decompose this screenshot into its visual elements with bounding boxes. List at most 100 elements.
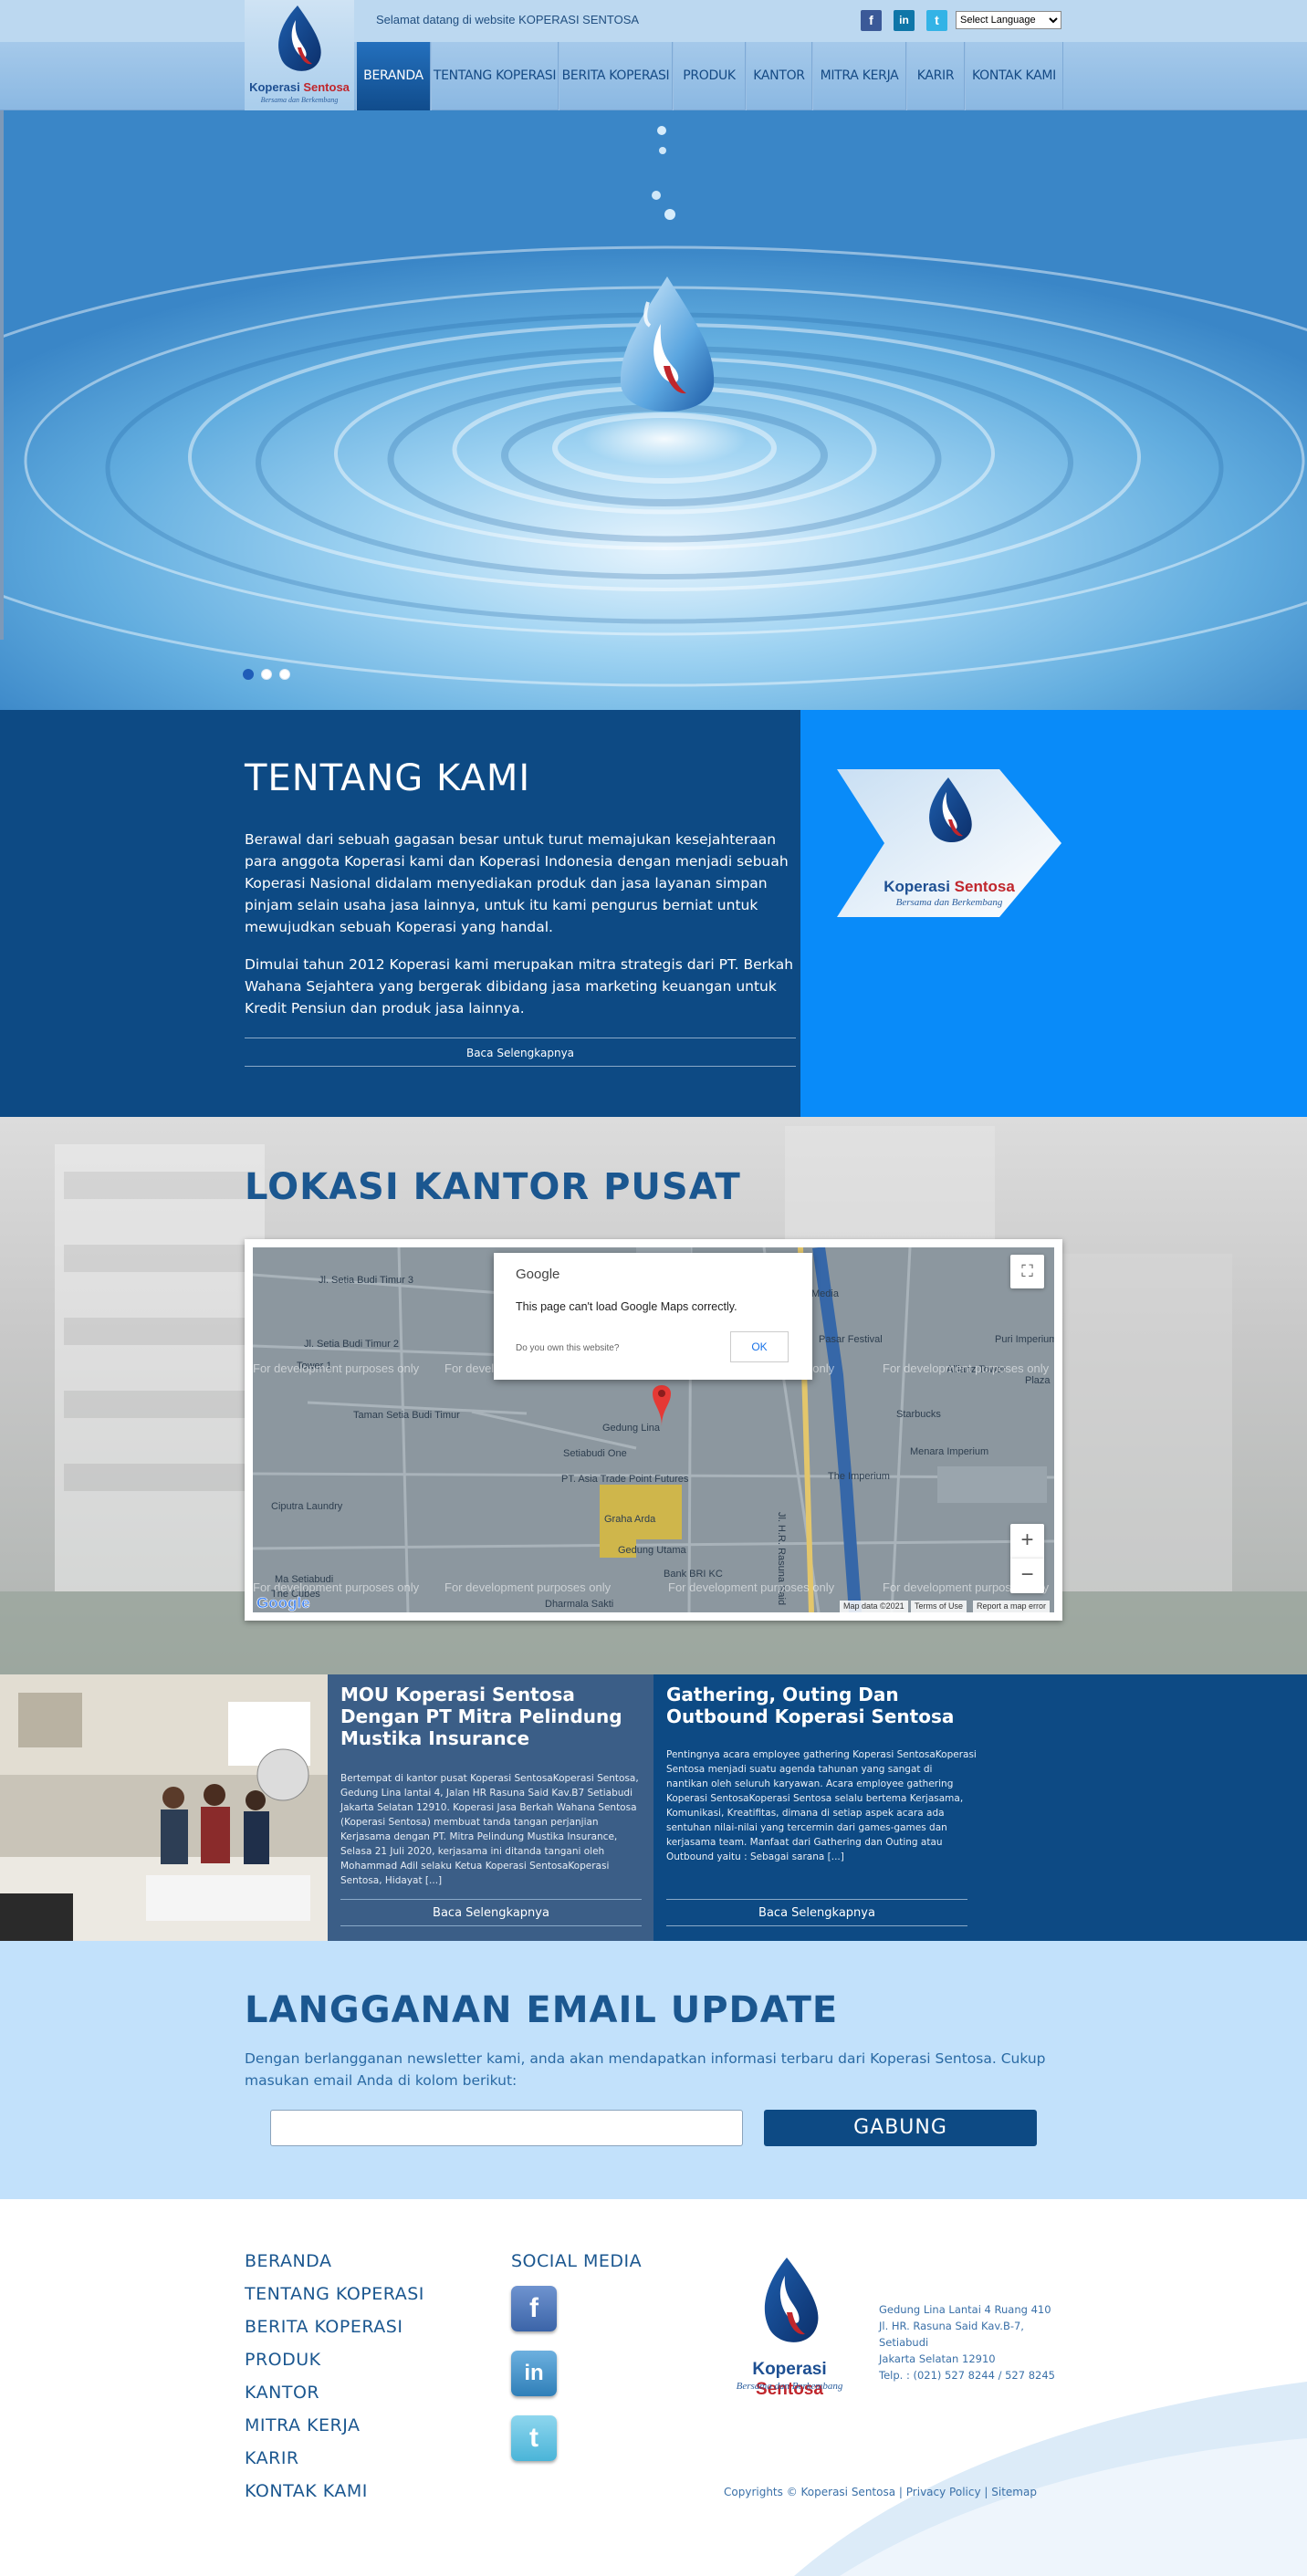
map-place-label: The Imperium bbox=[828, 1471, 890, 1482]
office-meeting-photo bbox=[0, 1674, 328, 1941]
address-line: Gedung Lina Lantai 4 Ruang 410 bbox=[879, 2303, 1051, 2316]
about-logo-wordmark: Koperasi Sentosa bbox=[884, 878, 1015, 895]
newsletter-title: LANGGANAN EMAIL UPDATE bbox=[245, 1989, 839, 2031]
map-own-website-link[interactable]: Do you own this website? bbox=[516, 1343, 619, 1353]
footer-link-kontak-kami[interactable]: KONTAK KAMI bbox=[245, 2481, 368, 2501]
news-card-2: Gathering, Outing Dan Outbound Koperasi … bbox=[654, 1674, 1307, 1941]
map-place-label: Bank BRI KC bbox=[664, 1569, 723, 1580]
separator: | bbox=[898, 2486, 903, 2498]
nav-produk[interactable]: PRODUK bbox=[673, 42, 746, 110]
map-watermark: For development purposes only bbox=[444, 1580, 612, 1594]
address-phone: Telp. : (021) 527 8244 / 527 8245 bbox=[879, 2369, 1055, 2382]
language-select[interactable]: Select Language bbox=[956, 11, 1061, 29]
news-read-more-2[interactable]: Baca Selengkapnya bbox=[666, 1899, 967, 1926]
slider-dot-2[interactable] bbox=[261, 669, 272, 680]
facebook-icon[interactable]: f bbox=[511, 2286, 557, 2331]
slider-dot-1[interactable] bbox=[243, 669, 254, 680]
map-place-label: Puri Imperium bbox=[995, 1334, 1054, 1345]
footer-logo-wordmark: Koperasi Sentosa bbox=[752, 2360, 827, 2399]
footer bbox=[0, 2199, 1307, 2576]
newsletter-join-button[interactable]: GABUNG bbox=[764, 2110, 1037, 2146]
map-place-label: Menara Imperium bbox=[910, 1446, 989, 1457]
address-line: Setiabudi bbox=[879, 2336, 929, 2349]
news-title-1[interactable]: MOU Koperasi Sentosa Dengan PT Mitra Pel… bbox=[340, 1684, 642, 1749]
news-excerpt-1: Bertempat di kantor pusat Koperasi Sento… bbox=[340, 1773, 639, 1886]
site-logo[interactable]: Koperasi Sentosa Bersama dan Berkembang bbox=[245, 0, 354, 110]
newsletter-description: Dengan berlangganan newsletter kami, and… bbox=[245, 2050, 1046, 2089]
footer-link-beranda[interactable]: BERANDA bbox=[245, 2251, 331, 2271]
about-arrow-logo bbox=[837, 769, 1061, 917]
map-terms-link[interactable]: Terms of Use bbox=[911, 1601, 967, 1612]
address-line: Jl. HR. Rasuna Said Kav.B-7, bbox=[879, 2320, 1024, 2332]
nav-kantor[interactable]: KANTOR bbox=[746, 42, 812, 110]
about-paragraph-1: Berawal dari sebuah gagasan besar untuk … bbox=[245, 831, 789, 935]
map-zoom-out-button[interactable]: − bbox=[1010, 1559, 1044, 1593]
newsletter-email-input[interactable] bbox=[270, 2110, 743, 2146]
twitter-icon[interactable]: t bbox=[926, 10, 947, 31]
about-read-more-link[interactable]: Baca Selengkapnya bbox=[245, 1038, 796, 1067]
slider-dot-3[interactable] bbox=[279, 669, 290, 680]
footer-link-karir[interactable]: KARIR bbox=[245, 2448, 299, 2468]
map-street-label: Jl. Setia Budi Timur 2 bbox=[304, 1339, 399, 1350]
map-error-message: This page can't load Google Maps correct… bbox=[516, 1300, 737, 1313]
water-drop-image bbox=[0, 126, 1307, 687]
address-line: Jakarta Selatan 12910 bbox=[879, 2352, 996, 2365]
logo-tagline: Bersama dan Berkembang bbox=[260, 96, 339, 104]
nav-karir[interactable]: KARIR bbox=[906, 42, 965, 110]
map-dialog-ok-button[interactable]: OK bbox=[730, 1331, 789, 1362]
footer-link-tentang-koperasi[interactable]: TENTANG KOPERASI bbox=[245, 2284, 424, 2304]
map-data-credit: Map data ©2021 bbox=[840, 1601, 908, 1612]
sitemap-link[interactable]: Sitemap bbox=[991, 2486, 1037, 2498]
welcome-text: Selamat datang di website KOPERASI SENTO… bbox=[376, 13, 640, 26]
footer-wave-background bbox=[794, 2382, 1307, 2576]
logo-drop-icon bbox=[278, 5, 321, 71]
map-place-label: Starbucks bbox=[896, 1409, 941, 1420]
nav-beranda[interactable]: BERANDA bbox=[356, 42, 431, 110]
about-logo-panel bbox=[800, 710, 1307, 1117]
footer-social-title: SOCIAL MEDIA bbox=[511, 2251, 643, 2271]
map-error-dialog: Google This page can't load Google Maps … bbox=[494, 1253, 812, 1380]
twitter-icon[interactable]: t bbox=[511, 2415, 557, 2461]
facebook-icon[interactable]: f bbox=[861, 10, 882, 31]
linkedin-icon[interactable]: in bbox=[511, 2351, 557, 2396]
map-zoom-in-button[interactable]: + bbox=[1010, 1524, 1044, 1559]
privacy-policy-link[interactable]: Privacy Policy bbox=[906, 2486, 981, 2498]
main-nav: BERANDA TENTANG KOPERASI BERITA KOPERASI… bbox=[0, 42, 1307, 110]
google-logo-icon: Google bbox=[256, 1594, 310, 1612]
copyright-line: Copyrights © Koperasi Sentosa | Privacy … bbox=[724, 2486, 1037, 2498]
map-report-error-link[interactable]: Report a map error bbox=[973, 1601, 1051, 1612]
svg-text:Google: Google bbox=[256, 1594, 310, 1611]
footer-link-berita-koperasi[interactable]: BERITA KOPERASI bbox=[245, 2317, 403, 2337]
map-watermark: For development purposes only bbox=[883, 1361, 1050, 1375]
hero-slider bbox=[0, 110, 1307, 710]
hero-edge bbox=[0, 110, 4, 640]
footer-link-kantor[interactable]: KANTOR bbox=[245, 2383, 319, 2403]
map-place-label: Graha Arda bbox=[604, 1514, 656, 1525]
footer-link-produk[interactable]: PRODUK bbox=[245, 2350, 321, 2370]
map-place-label: Pasar Festival bbox=[819, 1334, 883, 1345]
news-excerpt-2: Pentingnya acara employee gathering Kope… bbox=[666, 1749, 977, 1862]
news-title-2[interactable]: Gathering, Outing Dan Outbound Koperasi … bbox=[666, 1684, 977, 1727]
map-place-label: Media bbox=[811, 1288, 839, 1299]
map-watermark: For development purposes only bbox=[668, 1580, 835, 1594]
top-bar: Selamat datang di website KOPERASI SENTO… bbox=[0, 0, 1307, 42]
news-read-more-1[interactable]: Baca Selengkapnya bbox=[340, 1899, 642, 1926]
map-place-label: Setiabudi One bbox=[563, 1448, 627, 1459]
logo-wordmark: Koperasi Sentosa bbox=[249, 80, 350, 94]
nav-mitra-kerja[interactable]: MITRA KERJA bbox=[812, 42, 906, 110]
separator: | bbox=[984, 2486, 988, 2498]
location-title: LOKASI KANTOR PUSAT bbox=[245, 1166, 741, 1208]
google-brand: Google bbox=[516, 1267, 560, 1282]
nav-tentang-koperasi[interactable]: TENTANG KOPERASI bbox=[431, 42, 559, 110]
map-place-label: Plaza bbox=[1025, 1375, 1051, 1386]
nav-kontak-kami[interactable]: KONTAK KAMI bbox=[965, 42, 1063, 110]
map-place-label: PT. Asia Trade Point Futures bbox=[561, 1474, 689, 1485]
linkedin-icon[interactable]: in bbox=[894, 10, 915, 31]
footer-link-mitra-kerja[interactable]: MITRA KERJA bbox=[245, 2415, 361, 2435]
map-fullscreen-button[interactable]: ⛶ bbox=[1010, 1255, 1044, 1288]
map-street-label: Taman Setia Budi Timur bbox=[353, 1410, 460, 1421]
nav-berita-koperasi[interactable]: BERITA KOPERASI bbox=[559, 42, 673, 110]
map-place-label: Ciputra Laundry bbox=[271, 1501, 343, 1512]
about-paragraph-2: Dimulai tahun 2012 Koperasi kami merupak… bbox=[245, 956, 794, 1017]
footer-logo-icon bbox=[764, 2258, 819, 2342]
